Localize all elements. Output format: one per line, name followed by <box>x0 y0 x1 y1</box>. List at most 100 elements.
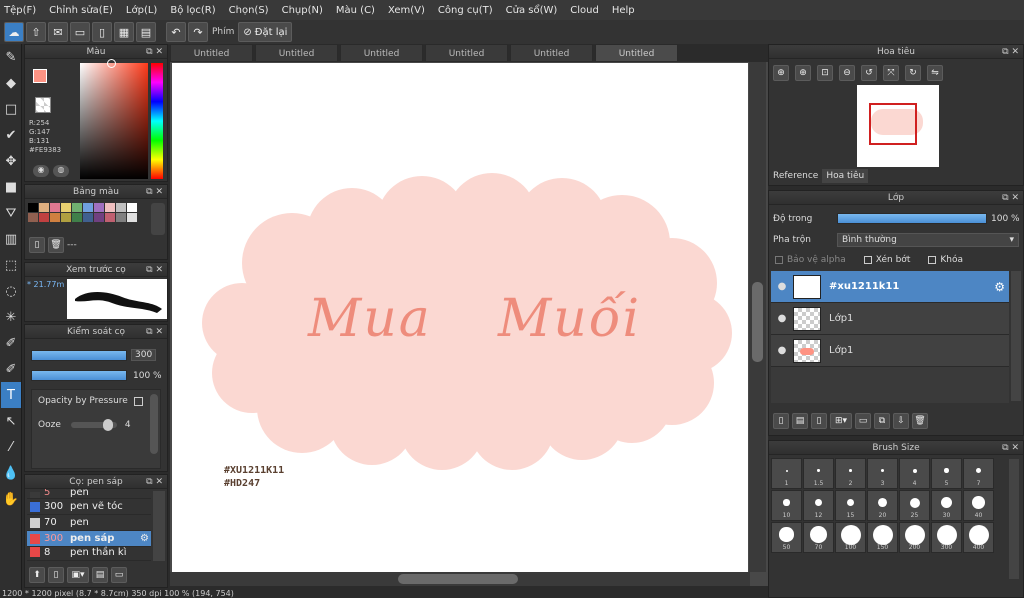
sv-picker-ring[interactable] <box>107 59 116 68</box>
palette-swatch[interactable] <box>28 203 38 212</box>
brush-control-scroll[interactable] <box>150 394 158 454</box>
menu-window[interactable]: Cửa sổ(W) <box>506 5 558 16</box>
saturation-value-square[interactable] <box>80 63 148 179</box>
delete-layer-icon[interactable]: 🗑 <box>912 413 928 429</box>
brush-type-icon[interactable]: ▣▾ <box>67 567 89 583</box>
brush-size-cell[interactable]: 2 <box>835 458 866 489</box>
drawing-canvas[interactable]: Mua Muối #XU1211K11 #HD247 <box>172 63 748 572</box>
clipping-checkbox[interactable] <box>863 256 872 264</box>
vertical-scrollbar[interactable] <box>749 62 766 572</box>
operation-icon[interactable]: ↖ <box>1 408 21 434</box>
brush-size-value[interactable]: 300 <box>131 349 157 361</box>
tab-reference[interactable]: Reference <box>769 169 823 183</box>
brush-doc-icon[interactable]: ▤ <box>92 567 108 583</box>
brush-size-cell[interactable]: 25 <box>899 490 930 521</box>
undo-icon[interactable]: ↶ <box>166 22 186 42</box>
panel-close-icon[interactable]: ⧉ ✕ <box>146 325 163 339</box>
palette-scroll[interactable] <box>151 203 165 235</box>
palette-swatch[interactable] <box>61 213 71 222</box>
comment-icon[interactable]: ✉ <box>48 22 68 42</box>
brush-size-cell[interactable]: 7 <box>963 458 994 489</box>
menu-filter[interactable]: Bộ lọc(R) <box>170 5 215 16</box>
rotate-right-icon[interactable]: ↻ <box>905 65 921 81</box>
palette-swatch[interactable] <box>28 213 38 222</box>
select-rect-icon[interactable]: ⬚ <box>1 252 21 278</box>
zoom-in-icon[interactable]: ⊕ <box>773 65 789 81</box>
lock-checkbox[interactable] <box>928 256 937 264</box>
brush-size-cell[interactable]: 30 <box>931 490 962 521</box>
menu-file[interactable]: Tệp(F) <box>4 5 36 16</box>
color-mode-icon[interactable]: ◉ <box>33 165 49 177</box>
brush-item-selected[interactable]: 300 pen sáp ⚙ <box>27 531 151 547</box>
primary-color-swatch[interactable] <box>33 69 47 83</box>
panel-close-icon[interactable]: ⧉ ✕ <box>1002 191 1019 205</box>
merge-layer-icon[interactable]: ⇩ <box>893 413 909 429</box>
brush-item[interactable]: 5 pen <box>27 489 151 499</box>
palette-swatch[interactable] <box>116 203 126 212</box>
flip-icon[interactable]: ⇋ <box>927 65 943 81</box>
palette-swatch[interactable] <box>83 213 93 222</box>
document-tab[interactable]: Untitled <box>170 44 253 62</box>
panel-close-icon[interactable]: ⧉ ✕ <box>1002 45 1019 59</box>
brush-size-cell[interactable]: 12 <box>803 490 834 521</box>
brush-size-cell[interactable]: 300 <box>931 522 962 553</box>
brush-size-cell[interactable]: 400 <box>963 522 994 553</box>
eraser-icon[interactable]: ◆ <box>1 70 21 96</box>
new-palette-icon[interactable]: ▯ <box>29 237 45 253</box>
protect-alpha-checkbox[interactable] <box>775 256 783 264</box>
brush-size-cell[interactable]: 20 <box>867 490 898 521</box>
layer-scroll[interactable] <box>1011 271 1021 401</box>
redo-icon[interactable]: ↷ <box>188 22 208 42</box>
brush-size-cell[interactable]: 40 <box>963 490 994 521</box>
menu-select[interactable]: Chọn(S) <box>229 5 269 16</box>
move-icon[interactable]: ✥ <box>1 148 21 174</box>
palette-swatch[interactable] <box>105 203 115 212</box>
palette-swatch[interactable] <box>127 203 137 212</box>
blend-mode-select[interactable]: Bình thường ▾ <box>837 233 1019 247</box>
fit-icon[interactable]: ⊡ <box>817 65 833 81</box>
navigator-preview[interactable] <box>857 85 939 167</box>
new-layer-8bit-icon[interactable]: ▤ <box>792 413 808 429</box>
brush-size-bar[interactable] <box>31 349 127 361</box>
color-wheel-icon[interactable]: ◍ <box>53 165 69 177</box>
reset-button[interactable]: ⊘ Đặt lại <box>238 22 293 42</box>
palette-swatch[interactable] <box>72 213 82 222</box>
brush-size-cell[interactable]: 3 <box>867 458 898 489</box>
text-icon[interactable]: T <box>1 382 21 408</box>
brush-size-cell[interactable]: 15 <box>835 490 866 521</box>
brush-size-cell[interactable]: 1 <box>771 458 802 489</box>
visibility-icon[interactable]: ● <box>771 345 793 356</box>
menu-help[interactable]: Help <box>612 5 635 16</box>
cloud-icon[interactable]: ☁ <box>4 22 24 42</box>
layer-item[interactable]: ● Lớp1 <box>771 335 1009 367</box>
brush-size-cell[interactable]: 150 <box>867 522 898 553</box>
divide-icon[interactable]: ⁄ <box>1 434 21 460</box>
duplicate-layer-icon[interactable]: ⧉ <box>874 413 890 429</box>
palette-swatch[interactable] <box>39 213 49 222</box>
menu-view[interactable]: Xem(V) <box>388 5 425 16</box>
layer-opacity-bar[interactable] <box>837 213 987 224</box>
hand-icon[interactable]: ✋ <box>1 486 21 512</box>
menu-tools[interactable]: Công cụ(T) <box>438 5 493 16</box>
menu-color[interactable]: Màu (C) <box>336 5 375 16</box>
panel-close-icon[interactable]: ⧉ ✕ <box>146 185 163 199</box>
brush-item[interactable]: 8 pen thần kì <box>27 547 151 561</box>
brush-opacity-bar[interactable] <box>31 370 127 381</box>
select-pen-icon[interactable]: ✐ <box>1 330 21 356</box>
palette-swatch[interactable] <box>105 213 115 222</box>
palette-swatch[interactable] <box>83 203 93 212</box>
brush-size-cell[interactable]: 10 <box>771 490 802 521</box>
reset-view-icon[interactable]: ⤧ <box>883 65 899 81</box>
menu-cloud[interactable]: Cloud <box>570 5 599 16</box>
document-tab[interactable]: Untitled <box>340 44 423 62</box>
menu-capture[interactable]: Chụp(N) <box>282 5 323 16</box>
palette-swatch[interactable] <box>72 203 82 212</box>
new-brush-icon[interactable]: ▯ <box>48 567 64 583</box>
zoom-actual-icon[interactable]: ⊕ <box>795 65 811 81</box>
panel-close-icon[interactable]: ⧉ ✕ <box>146 475 163 489</box>
horizontal-scroll-thumb[interactable] <box>398 574 518 584</box>
palette-swatch[interactable] <box>94 203 104 212</box>
grid-icon[interactable]: ▦ <box>114 22 134 42</box>
navigator-viewport[interactable] <box>869 103 917 145</box>
page-icon[interactable]: ▯ <box>92 22 112 42</box>
